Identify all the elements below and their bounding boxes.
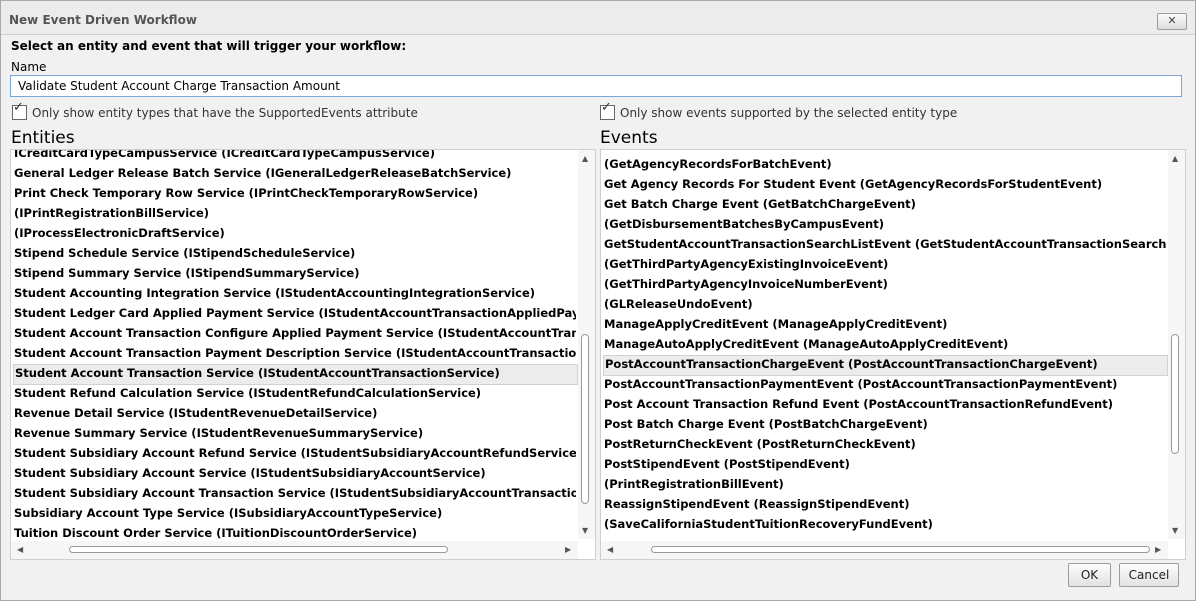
list-item[interactable]: ReassignStipendEvent (ReassignStipendEve… xyxy=(603,495,1166,514)
events-list[interactable]: (SaveCaliforniaStudentTuitionRecoveryFun… xyxy=(600,149,1186,560)
workflow-dialog: New Event Driven Workflow ✕ Select an en… xyxy=(0,0,1196,601)
scroll-left-icon[interactable]: ◀ xyxy=(607,545,613,554)
entities-list[interactable]: Tuition Discount Order Service (ITuition… xyxy=(10,149,596,560)
scroll-thumb[interactable] xyxy=(69,546,448,553)
list-item[interactable]: Stipend Summary Service (IStipendSummary… xyxy=(13,264,576,283)
list-item[interactable]: Subsidiary Account Type Service (ISubsid… xyxy=(13,504,576,523)
list-item[interactable]: General Ledger Release Batch Service (IG… xyxy=(13,164,576,183)
title-bar: New Event Driven Workflow ✕ xyxy=(1,1,1195,35)
events-title: Events xyxy=(600,128,658,148)
list-item[interactable]: Student Accounting Integration Service (… xyxy=(13,284,576,303)
list-item[interactable]: PostStipendEvent (PostStipendEvent) xyxy=(603,455,1166,474)
list-item[interactable]: (GLReleaseUndoEvent) xyxy=(603,295,1166,314)
scroll-up-icon[interactable]: ▲ xyxy=(582,154,588,163)
scroll-thumb[interactable] xyxy=(651,546,1150,553)
scroll-thumb[interactable] xyxy=(581,334,589,504)
list-item[interactable]: ICreditCardTypeCampusService (ICreditCar… xyxy=(13,150,576,163)
scroll-down-icon[interactable]: ▼ xyxy=(1172,526,1178,535)
dialog-title: New Event Driven Workflow xyxy=(9,13,197,27)
scroll-thumb[interactable] xyxy=(1171,334,1179,454)
scroll-left-icon[interactable]: ◀ xyxy=(17,545,23,554)
list-item[interactable]: (GetThirdPartyAgencyInvoiceNumberEvent) xyxy=(603,275,1166,294)
list-item[interactable]: Revenue Detail Service (IStudentRevenueD… xyxy=(13,404,576,423)
list-item[interactable]: PostAccountTransactionChargeEvent (PostA… xyxy=(603,355,1168,376)
list-item[interactable]: Student Ledger Card Applied Payment Serv… xyxy=(13,304,576,323)
list-item[interactable]: Post Batch Charge Event (PostBatchCharge… xyxy=(603,415,1166,434)
list-item[interactable]: Stipend Schedule Service (IStipendSchedu… xyxy=(13,244,576,263)
close-icon: ✕ xyxy=(1167,14,1177,27)
event-filter-label: Only show events supported by the select… xyxy=(620,105,958,120)
entities-horizontal-scrollbar[interactable]: ◀ ▶ xyxy=(11,541,578,559)
checkbox-checked-icon[interactable]: ✓ xyxy=(12,101,27,120)
event-filter-checkbox[interactable]: ✓ Only show events supported by the sele… xyxy=(600,101,958,120)
list-item[interactable]: (IPrintRegistrationBillService) xyxy=(13,204,576,223)
list-item[interactable]: (PrintRegistrationBillEvent) xyxy=(603,475,1166,494)
list-item[interactable]: ManageApplyCreditEvent (ManageApplyCredi… xyxy=(603,315,1166,334)
list-item[interactable]: Student Subsidiary Account Service (IStu… xyxy=(13,464,576,483)
ok-button[interactable]: OK xyxy=(1068,563,1111,587)
events-horizontal-scrollbar[interactable]: ◀ ▶ xyxy=(601,541,1168,559)
list-item[interactable]: Print Check Temporary Row Service (IPrin… xyxy=(13,184,576,203)
scroll-right-icon[interactable]: ▶ xyxy=(565,545,571,554)
checkbox-checked-icon[interactable]: ✓ xyxy=(600,101,615,120)
cancel-button[interactable]: Cancel xyxy=(1119,563,1179,587)
list-item[interactable]: (IProcessElectronicDraftService) xyxy=(13,224,576,243)
list-item[interactable]: GetStudentAccountTransactionSearchListEv… xyxy=(603,235,1166,254)
events-vertical-scrollbar[interactable]: ▲ ▼ xyxy=(1168,150,1185,539)
list-item[interactable]: PostReturnCheckEvent (PostReturnCheckEve… xyxy=(603,435,1166,454)
list-item[interactable]: Student Refund Calculation Service (IStu… xyxy=(13,384,576,403)
entities-vertical-scrollbar[interactable]: ▲ ▼ xyxy=(578,150,595,539)
name-label: Name xyxy=(11,60,47,74)
list-item[interactable]: (SaveCaliforniaStudentTuitionRecoveryFun… xyxy=(603,515,1166,534)
scroll-right-icon[interactable]: ▶ xyxy=(1155,545,1161,554)
list-item[interactable]: Student Subsidiary Account Transaction S… xyxy=(13,484,576,503)
list-item[interactable]: Student Account Transaction Service (ISt… xyxy=(13,364,578,385)
list-item[interactable]: ManageAutoApplyCreditEvent (ManageAutoAp… xyxy=(603,335,1166,354)
name-input[interactable] xyxy=(10,75,1182,97)
list-item[interactable]: Get Batch Charge Event (GetBatchChargeEv… xyxy=(603,195,1166,214)
list-item[interactable]: Student Account Transaction Payment Desc… xyxy=(13,344,576,363)
list-item[interactable]: Revenue Summary Service (IStudentRevenue… xyxy=(13,424,576,443)
instruction-text: Select an entity and event that will tri… xyxy=(11,39,407,53)
list-item[interactable]: PostAccountTransactionPaymentEvent (Post… xyxy=(603,375,1166,394)
scroll-up-icon[interactable]: ▲ xyxy=(1172,154,1178,163)
scroll-down-icon[interactable]: ▼ xyxy=(582,526,588,535)
list-item[interactable]: (GetAgencyRecordsForBatchEvent) xyxy=(603,155,1166,174)
entities-title: Entities xyxy=(11,128,75,148)
entity-filter-checkbox[interactable]: ✓ Only show entity types that have the S… xyxy=(12,101,418,120)
list-item[interactable]: Student Subsidiary Account Refund Servic… xyxy=(13,444,576,463)
list-item[interactable]: Student Account Transaction Configure Ap… xyxy=(13,324,576,343)
close-button[interactable]: ✕ xyxy=(1157,13,1187,30)
list-item[interactable]: Get Agency Records For Student Event (Ge… xyxy=(603,175,1166,194)
list-item[interactable]: (GetDisbursementBatchesByCampusEvent) xyxy=(603,215,1166,234)
list-item[interactable]: (GetThirdPartyAgencyExistingInvoiceEvent… xyxy=(603,255,1166,274)
list-item[interactable]: Post Account Transaction Refund Event (P… xyxy=(603,395,1166,414)
entity-filter-label: Only show entity types that have the Sup… xyxy=(32,105,418,120)
